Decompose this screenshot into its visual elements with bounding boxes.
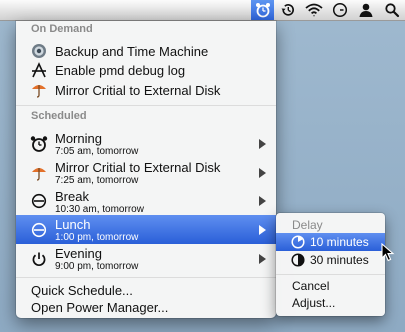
menu-item-time: 10:30 am, tomorrow [55,204,144,215]
on-demand-header: On Demand [31,23,93,35]
menu-item-label: Morning [55,131,102,146]
delay-10-minutes-item[interactable]: 10 minutes [276,233,385,251]
menu-item-label: Mirror Critial to External Disk [55,160,221,175]
sleep-icon [30,221,48,239]
submenu-arrow-icon [259,196,266,206]
delay-submenu: Delay 10 minutes 30 minutes Cancel Adjus… [276,213,385,316]
menu-item-mirror-critical[interactable]: Mirror Critial to External Disk [16,80,276,100]
umbrella-icon [30,81,48,99]
menu-item-time: 9:00 pm, tomorrow [55,261,139,272]
menu-separator [16,277,276,278]
power-icon [30,250,48,268]
submenu-arrow-icon [259,254,266,264]
menu-bar [0,0,405,21]
time-machine-icon[interactable] [277,0,299,20]
submenu-separator [276,274,385,275]
delay-option-label: 10 minutes [310,235,369,249]
wifi-icon[interactable] [303,0,325,20]
menu-item-evening[interactable]: Evening 9:00 pm, tomorrow [16,244,276,273]
power-manager-menu-icon[interactable] [251,0,274,20]
menu-item-time: 7:05 am, tomorrow [55,146,139,157]
spotlight-search-icon[interactable] [381,0,403,20]
delay-header: Delay [292,218,323,232]
power-manager-menu: On Demand Backup and Time Machine Enable… [16,21,276,318]
menu-item-time: 1:00 pm, tomorrow [55,232,139,243]
timer-30-icon [291,253,305,267]
time-machine-disc-icon [30,42,48,60]
menu-item-label: Backup and Time Machine [55,44,209,59]
submenu-arrow-icon [259,168,266,178]
debug-tool-icon [30,61,48,79]
menu-item-label: Break [55,189,89,204]
menu-item-time: 7:25 am, tomorrow [55,175,139,186]
delay-30-minutes-item[interactable]: 30 minutes [276,251,385,269]
user-icon[interactable] [355,0,377,20]
menu-item-backup-time-machine[interactable]: Backup and Time Machine [16,41,276,61]
menu-item-label: Lunch [55,217,91,232]
delay-option-label: 30 minutes [310,253,369,267]
timer-10-icon [291,235,305,249]
adjust-item[interactable]: Adjust... [292,296,335,310]
menu-item-morning[interactable]: Morning 7:05 am, tomorrow [16,129,276,158]
submenu-arrow-icon [259,139,266,149]
menu-item-mirror-critical-scheduled[interactable]: Mirror Critial to External Disk 7:25 am,… [16,158,276,187]
menu-item-label: Mirror Critial to External Disk [55,83,221,98]
mouse-cursor-icon [381,242,395,268]
scheduled-header: Scheduled [31,110,87,122]
clock-icon[interactable] [329,0,351,20]
menu-separator [16,105,276,106]
cancel-item[interactable]: Cancel [292,279,329,293]
menu-item-label: Enable pmd debug log [55,63,186,78]
open-power-manager-item[interactable]: Open Power Manager... [31,300,168,315]
quick-schedule-item[interactable]: Quick Schedule... [31,283,133,298]
menu-item-enable-debug-log[interactable]: Enable pmd debug log [16,61,276,80]
menu-item-break[interactable]: Break 10:30 am, tomorrow [16,187,276,215]
sleep-icon [30,192,48,210]
umbrella-icon [30,164,48,182]
alarm-clock-icon [30,135,48,153]
menu-item-lunch[interactable]: Lunch 1:00 pm, tomorrow [16,215,276,244]
submenu-arrow-icon [259,225,266,235]
menu-item-label: Evening [55,246,102,261]
